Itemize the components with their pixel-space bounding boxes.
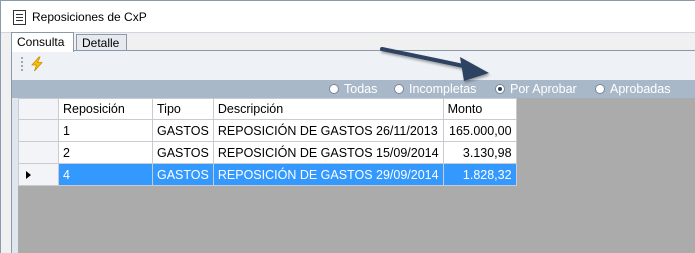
radio-button[interactable] <box>595 84 605 94</box>
table-row[interactable]: 2 GASTOS REPOSICIÓN DE GASTOS 15/09/2014… <box>18 141 517 164</box>
app-window: Reposiciones de CxP Consulta Detalle Tod… <box>0 0 695 253</box>
filter-label: Incompletas <box>409 82 477 96</box>
row-header-current[interactable] <box>18 163 59 186</box>
filter-label: Todas <box>344 82 378 96</box>
column-header-monto[interactable]: Monto <box>442 98 517 120</box>
consulta-panel: Todas Incompletas Por Aprobar Aprobadas <box>11 51 695 253</box>
radio-button[interactable] <box>495 84 505 94</box>
filter-bar: Todas Incompletas Por Aprobar Aprobadas <box>12 80 695 98</box>
tab-detalle[interactable]: Detalle <box>76 34 127 51</box>
radio-button[interactable] <box>329 84 339 94</box>
data-grid: Reposición Tipo Descripción Monto 1 GAST… <box>18 98 517 186</box>
grid-corner-cell[interactable] <box>18 98 59 120</box>
tab-consulta[interactable]: Consulta <box>11 32 74 52</box>
toolbar-grip[interactable] <box>21 57 23 71</box>
window-title: Reposiciones de CxP <box>32 10 147 24</box>
cell-tipo[interactable]: GASTOS <box>152 119 214 142</box>
cell-monto[interactable]: 165.000,00 <box>442 119 517 142</box>
cell-tipo[interactable]: GASTOS <box>152 141 214 164</box>
cell-descripcion[interactable]: REPOSICIÓN DE GASTOS 15/09/2014 <box>212 141 444 164</box>
grid-header-row: Reposición Tipo Descripción Monto <box>18 98 517 120</box>
title-bar: Reposiciones de CxP <box>1 1 695 33</box>
cell-monto[interactable]: 3.130,98 <box>442 141 517 164</box>
lightning-bolt-icon[interactable] <box>29 56 45 72</box>
table-row[interactable]: 1 GASTOS REPOSICIÓN DE GASTOS 26/11/2013… <box>18 119 517 142</box>
cell-tipo[interactable]: GASTOS <box>152 163 214 186</box>
row-header[interactable] <box>18 141 59 164</box>
filter-label: Aprobadas <box>610 82 671 96</box>
data-grid-area: Reposición Tipo Descripción Monto 1 GAST… <box>18 98 695 253</box>
toolbar <box>12 51 695 80</box>
cell-monto[interactable]: 1.828,32 <box>442 163 517 186</box>
row-header[interactable] <box>18 119 59 142</box>
cell-descripcion[interactable]: REPOSICIÓN DE GASTOS 26/11/2013 <box>212 119 444 142</box>
current-row-icon <box>26 170 31 179</box>
column-header-tipo[interactable]: Tipo <box>152 98 214 120</box>
radio-button[interactable] <box>394 84 404 94</box>
cell-reposicion[interactable]: 4 <box>58 163 153 186</box>
table-row-selected[interactable]: 4 GASTOS REPOSICIÓN DE GASTOS 29/09/2014… <box>18 163 517 186</box>
filter-label: Por Aprobar <box>510 82 577 96</box>
column-header-reposicion[interactable]: Reposición <box>58 98 153 120</box>
cell-reposicion[interactable]: 1 <box>58 119 153 142</box>
window-icon <box>13 10 26 25</box>
column-header-descripcion[interactable]: Descripción <box>212 98 444 120</box>
cell-descripcion[interactable]: REPOSICIÓN DE GASTOS 29/09/2014 <box>212 163 444 186</box>
cell-reposicion[interactable]: 2 <box>58 141 153 164</box>
